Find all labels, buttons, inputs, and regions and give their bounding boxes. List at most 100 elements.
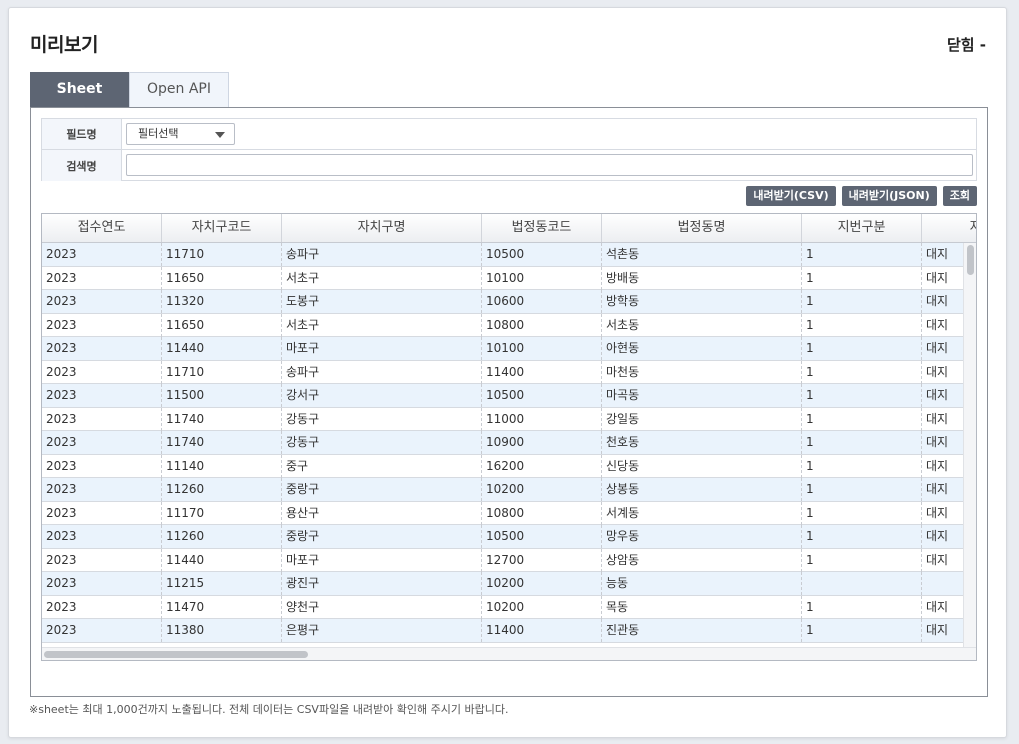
table-cell: 천호동 [602,431,802,454]
column-header[interactable]: 접수연도 [42,214,162,242]
table-cell: 11440 [162,548,282,572]
table-row[interactable]: 2023 11740 강동구 11000 강일동 1 대지 [42,407,964,431]
table-row[interactable]: 2023 11170 용산구 10800 서계동 1 대지 [42,501,964,525]
tab-open-api[interactable]: Open API [129,72,229,107]
table-cell: 10500 [482,525,602,548]
table-cell: 11320 [162,290,282,313]
table-cell: 1 [802,478,922,501]
table-cell: 10200 [482,595,602,619]
table-row[interactable]: 2023 11710 송파구 10500 석촌동 1 대지 [42,243,964,267]
table-cell: 서계동 [602,501,802,525]
table-cell: 11400 [482,360,602,384]
table-cell: 1 [802,360,922,384]
table-row[interactable]: 2023 11710 송파구 11400 마천동 1 대지 [42,360,964,384]
table-cell: 상봉동 [602,478,802,501]
table-row[interactable]: 2023 11650 서초구 10100 방배동 1 대지 [42,266,964,290]
modal-title: 미리보기 [30,34,98,56]
download-csv-button[interactable]: 내려받기(CSV) [746,186,836,206]
table-row[interactable]: 2023 11440 마포구 12700 상암동 1 대지 [42,548,964,572]
action-buttons: 내려받기(CSV) 내려받기(JSON) 조회 [746,186,977,206]
table-row[interactable]: 2023 11740 강동구 10900 천호동 1 대지 [42,431,964,455]
table-cell: 2023 [42,501,162,525]
table-cell: 대지 [922,549,964,572]
table-cell: 대지 [922,478,964,501]
table-cell: 강동구 [282,431,482,454]
table-cell: 2023 [42,525,162,548]
table-row[interactable]: 2023 11470 양천구 10200 목동 1 대지 [42,595,964,619]
table-cell: 12700 [482,548,602,572]
table-cell: 2023 [42,407,162,431]
table-cell: 서초구 [282,313,482,337]
vertical-scrollbar[interactable] [963,243,976,649]
table-cell: 11710 [162,243,282,266]
sheet-panel: 필드명 필터선택 검색명 내려받기(CSV) 내려받기(JSON) 조회 접수연… [30,107,988,697]
table-row[interactable]: 2023 11440 마포구 10100 아현동 1 대지 [42,337,964,361]
table-cell: 1 [802,501,922,525]
footer-note: ※sheet는 최대 1,000건까지 노출됩니다. 전체 데이터는 CSV파일… [29,703,509,716]
table-cell: 대지 [922,267,964,290]
table-cell: 1 [802,266,922,290]
close-button[interactable]: 닫힘 - [947,34,986,55]
table-cell: 용산구 [282,501,482,525]
download-json-button[interactable]: 내려받기(JSON) [841,186,937,206]
column-header[interactable]: 지번 [922,214,976,242]
table-cell: 방학동 [602,290,802,313]
table-cell: 10800 [482,501,602,525]
table-cell: 대지 [922,619,964,642]
table-row[interactable]: 2023 11380 은평구 11400 진관동 1 대지 [42,619,964,643]
tab-sheet[interactable]: Sheet [30,72,129,107]
table-cell: 2023 [42,266,162,290]
table-cell: 10500 [482,384,602,407]
table-cell: 11380 [162,619,282,642]
preview-modal: 미리보기 닫힘 - Sheet Open API 필드명 필터선택 검색명 내려… [8,7,1007,738]
horizontal-scroll-thumb[interactable] [44,651,308,658]
vertical-scroll-thumb[interactable] [967,245,974,275]
table-cell: 대지 [922,314,964,337]
column-header[interactable]: 법정동코드 [482,214,602,242]
table-cell: 2023 [42,290,162,313]
table-cell: 16200 [482,454,602,478]
table-cell: 11215 [162,572,282,595]
column-header[interactable]: 자치구명 [282,214,482,242]
table-cell: 11400 [482,619,602,642]
table-cell: 대지 [922,596,964,619]
table-cell: 마포구 [282,548,482,572]
table-row[interactable]: 2023 11320 도봉구 10600 방학동 1 대지 [42,290,964,314]
table-cell: 10600 [482,290,602,313]
field-select[interactable]: 필터선택 [126,123,235,145]
search-input[interactable] [126,154,973,176]
field-select-value: 필터선택 [138,127,179,140]
table-row[interactable]: 2023 11500 강서구 10500 마곡동 1 대지 [42,384,964,408]
table-cell: 대지 [922,408,964,431]
column-header[interactable]: 자치구코드 [162,214,282,242]
table-row[interactable]: 2023 11140 중구 16200 신당동 1 대지 [42,454,964,478]
table-row[interactable]: 2023 11260 중랑구 10500 망우동 1 대지 [42,525,964,549]
horizontal-scrollbar[interactable] [42,647,976,660]
table-cell: 강일동 [602,407,802,431]
table-cell: 서초구 [282,266,482,290]
table-cell: 10200 [482,478,602,501]
table-cell: 11000 [482,407,602,431]
table-cell: 10900 [482,431,602,454]
table-cell: 양천구 [282,595,482,619]
table-cell: 2023 [42,619,162,642]
column-header[interactable]: 지번구분 [802,214,922,242]
column-header[interactable]: 법정동명 [602,214,802,242]
table-row[interactable]: 2023 11215 광진구 10200 능동 [42,572,964,596]
table-cell: 석촌동 [602,243,802,266]
table-row[interactable]: 2023 11650 서초구 10800 서초동 1 대지 [42,313,964,337]
tab-bar: Sheet Open API [30,72,229,107]
table-cell: 10200 [482,572,602,595]
table-cell: 상암동 [602,548,802,572]
table-cell: 1 [802,243,922,266]
table-row[interactable]: 2023 11260 중랑구 10200 상봉동 1 대지 [42,478,964,502]
table-cell: 1 [802,525,922,548]
table-cell: 대지 [922,502,964,525]
table-cell [922,572,964,595]
table-cell: 1 [802,595,922,619]
table-cell: 대지 [922,431,964,454]
chevron-down-icon [215,132,225,138]
table-cell: 대지 [922,243,964,266]
table-cell: 2023 [42,360,162,384]
query-button[interactable]: 조회 [942,186,977,206]
